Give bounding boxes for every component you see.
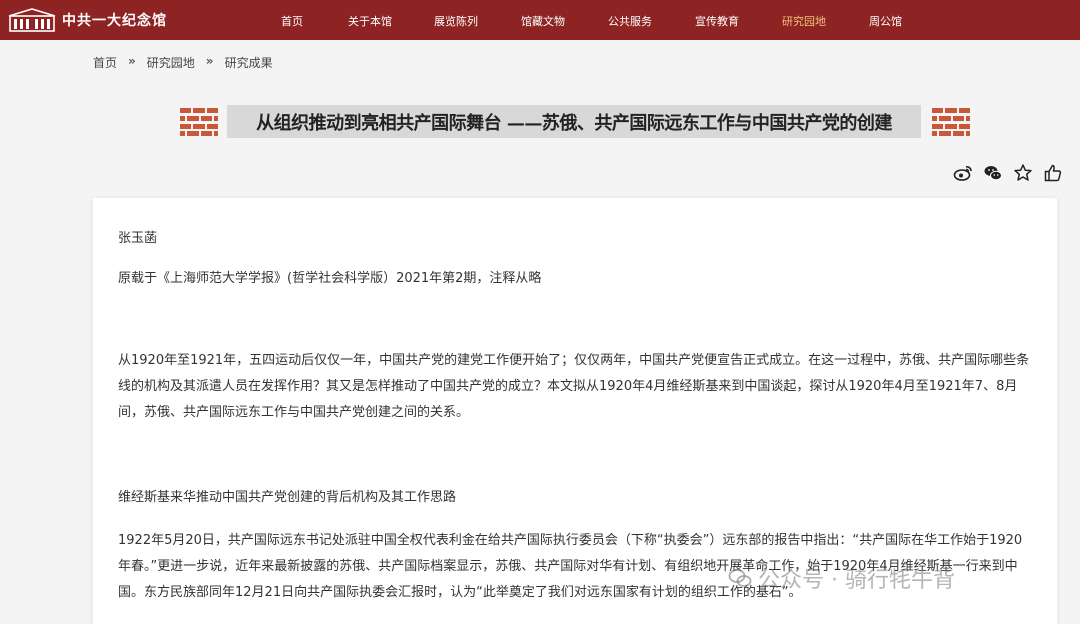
share-toolbar <box>953 163 1063 183</box>
breadcrumb-separator: » <box>205 54 214 68</box>
article-content: 张玉菡 原载于《上海师范大学学报》(哲学社会科学版）2021年第2期，注释从略 … <box>93 198 1057 624</box>
breadcrumb: 首页 » 研究园地 » 研究成果 <box>93 54 273 71</box>
nav-item-collections[interactable]: 馆藏文物 <box>521 13 565 29</box>
breadcrumb-separator: » <box>128 54 136 68</box>
thumbs-up-icon[interactable] <box>1043 163 1063 183</box>
nav-item-about[interactable]: 关于本馆 <box>348 13 392 29</box>
breadcrumb-results[interactable]: 研究成果 <box>225 54 273 71</box>
breadcrumb-research[interactable]: 研究园地 <box>147 54 195 71</box>
nav-item-zhougong-museum[interactable]: 周公馆 <box>869 13 902 29</box>
wechat-icon[interactable] <box>983 163 1003 183</box>
article-author: 张玉菡 <box>118 231 158 246</box>
article-title-banner: 从组织推动到亮相共产国际舞台 ——苏俄、共产国际远东工作与中国共产党的创建 <box>180 105 970 138</box>
weibo-icon[interactable] <box>953 163 973 183</box>
nav-item-education[interactable]: 宣传教育 <box>695 13 739 29</box>
breadcrumb-home[interactable]: 首页 <box>93 54 117 71</box>
logo-text: 中共一大纪念馆 <box>62 13 167 29</box>
article-paragraph: 1922年5月20日，共产国际远东书记处派驻中国全权代表利金在给共产国际执行委员… <box>118 533 1023 600</box>
section-heading: 维经斯基来华推动中国共产党创建的背后机构及其工作思路 <box>118 490 457 505</box>
brick-decoration-icon <box>180 108 218 136</box>
top-nav-bar: 中共一大纪念馆 首页 关于本馆 展览陈列 馆藏文物 公共服务 宣传教育 研究园地… <box>0 0 1080 40</box>
star-icon[interactable] <box>1013 163 1033 183</box>
article-title: 从组织推动到亮相共产国际舞台 ——苏俄、共产国际远东工作与中国共产党的创建 <box>256 112 892 134</box>
article-paragraph: 从1920年至1921年，五四运动后仅仅一年，中国共产党的建党工作便开始了；仅仅… <box>118 353 1030 420</box>
nav-item-home[interactable]: 首页 <box>281 13 303 29</box>
nav-item-public-service[interactable]: 公共服务 <box>608 13 652 29</box>
nav-item-research[interactable]: 研究园地 <box>782 13 826 29</box>
brick-decoration-icon <box>932 108 970 136</box>
nav-item-exhibitions[interactable]: 展览陈列 <box>434 13 478 29</box>
article-source: 原载于《上海师范大学学报》(哲学社会科学版）2021年第2期，注释从略 <box>118 271 542 286</box>
title-box: 从组织推动到亮相共产国际舞台 ——苏俄、共产国际远东工作与中国共产党的创建 <box>227 105 921 138</box>
building-logo-icon <box>8 8 56 32</box>
site-logo[interactable]: 中共一大纪念馆 <box>8 6 167 34</box>
